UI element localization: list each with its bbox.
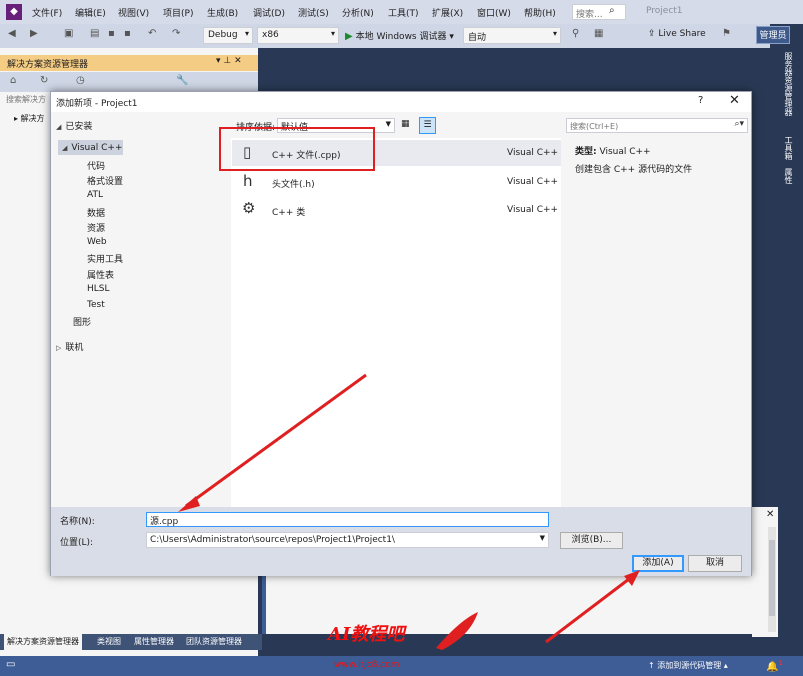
annotation-arrows [178,373,640,650]
arrow-head [624,570,640,586]
arrow-to-name-input [185,373,367,508]
watermark-url: www.itjc8.com [334,660,400,670]
arrow-to-add-button [545,574,634,644]
watermark-logo: AI教程吧 [328,624,405,645]
feather-logo-icon [436,612,478,650]
arrow-head [178,496,200,512]
